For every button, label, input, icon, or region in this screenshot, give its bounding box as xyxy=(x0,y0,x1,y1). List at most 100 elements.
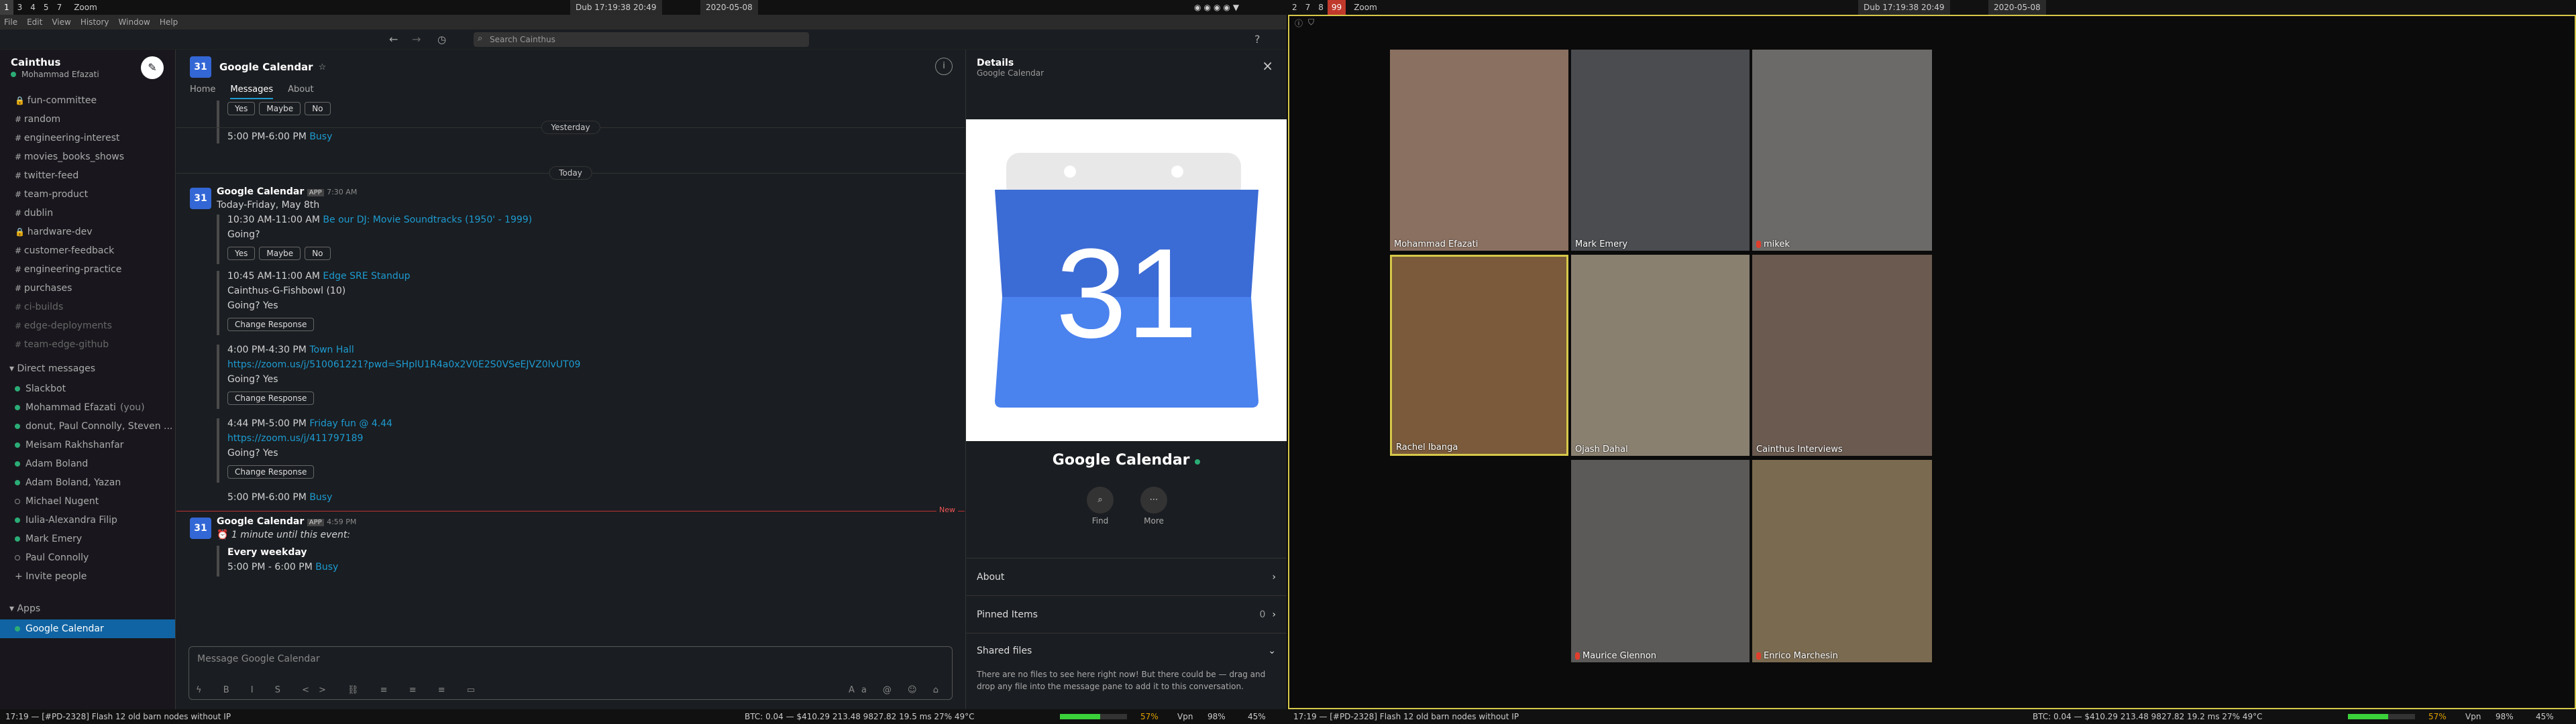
sidebar-item-purchases[interactable]: # purchases xyxy=(0,279,175,298)
help-icon[interactable]: ? xyxy=(1254,33,1260,46)
video-tile-6[interactable]: Cainthus Interviews xyxy=(1752,255,1932,456)
hash-icon: # xyxy=(15,152,24,162)
event-link-friday-fun[interactable]: Friday fun @ 4.44 xyxy=(309,418,392,429)
sidebar-item-engineering-interest[interactable]: # engineering-interest xyxy=(0,129,175,147)
sidebar-item-engineering-practice[interactable]: # engineering-practice xyxy=(0,260,175,279)
message-input[interactable]: Message Google Calendar xyxy=(189,647,952,671)
sidebar-item-google-calendar[interactable]: Google Calendar xyxy=(0,619,175,638)
shared-files-section[interactable]: Shared files ⌄ There are no files to see … xyxy=(966,633,1287,709)
info-icon[interactable]: ⓘ xyxy=(1295,17,1303,29)
yes-button[interactable]: Yes xyxy=(227,102,256,115)
video-tile-4-active-speaker[interactable]: Rachel Ibanga xyxy=(1390,255,1568,456)
date-divider-today[interactable]: Today xyxy=(549,166,592,180)
video-tile-3[interactable]: mikek xyxy=(1752,50,1932,251)
zoom-link-friday[interactable]: https://zoom.us/j/411797189 xyxy=(227,433,363,444)
sidebar-dm-item[interactable]: Adam Boland, Yazan xyxy=(0,473,175,492)
menu-file[interactable]: File xyxy=(4,17,17,27)
star-icon[interactable]: ☆ xyxy=(319,62,327,72)
change-response-button[interactable]: Change Response xyxy=(227,465,315,479)
info-icon[interactable]: i xyxy=(935,58,953,75)
sidebar-dm-item[interactable]: Mark Emery xyxy=(0,530,175,548)
search-input[interactable]: Search Cainthus xyxy=(474,32,809,47)
sidebar-dm-item[interactable]: Adam Boland xyxy=(0,455,175,473)
no-button[interactable]: No xyxy=(305,247,331,260)
channel-title[interactable]: Google Calendar xyxy=(219,61,313,73)
sender-avatar[interactable]: 31 xyxy=(190,188,211,209)
sidebar-dm-item[interactable]: Mohammad Efazati (you) xyxy=(0,398,175,417)
sidebar-item-random[interactable]: # random xyxy=(0,110,175,129)
sidebar-dm-item[interactable]: Paul Connolly xyxy=(0,548,175,567)
stats-left: BTC: 0.04 — $410.29 213.48 9827.82 19.5 … xyxy=(745,712,975,721)
menu-view[interactable]: View xyxy=(52,17,70,27)
workspace-4[interactable]: 4 xyxy=(26,0,40,15)
video-tile-2[interactable]: Mark Emery xyxy=(1571,50,1750,251)
change-response-button[interactable]: Change Response xyxy=(227,391,315,405)
workspace-3[interactable]: 3 xyxy=(13,0,27,15)
sender-avatar[interactable]: 31 xyxy=(190,518,211,539)
back-arrow-icon[interactable]: ← xyxy=(389,33,398,46)
menu-history[interactable]: History xyxy=(80,17,109,27)
sidebar-dm-item[interactable]: Meisam Rakhshanfar xyxy=(0,436,175,455)
sidebar-item-team-edge-github[interactable]: # team-edge-github xyxy=(0,335,175,354)
pinned-section[interactable]: Pinned Items 0 › xyxy=(966,595,1287,633)
date-divider-yesterday[interactable]: Yesterday xyxy=(541,121,600,134)
sidebar-item-customer-feedback[interactable]: # customer-feedback xyxy=(0,241,175,260)
hash-icon: # xyxy=(15,190,24,199)
video-tile-5[interactable]: Ojash Dahal xyxy=(1571,255,1750,456)
menu-edit[interactable]: Edit xyxy=(27,17,42,27)
event-link-standup[interactable]: Edge SRE Standup xyxy=(323,271,410,282)
maybe-button[interactable]: Maybe xyxy=(259,102,301,115)
sidebar-dm-item[interactable]: Slackbot xyxy=(0,379,175,398)
event-link-dj[interactable]: Be our DJ: Movie Soundtracks (1950' - 19… xyxy=(323,215,532,225)
workspace-2[interactable]: 2 xyxy=(1288,0,1301,15)
video-tile-1[interactable]: Mohammad Efazati xyxy=(1390,50,1568,251)
workspace-8[interactable]: 8 xyxy=(1314,0,1328,15)
apps-section-header[interactable]: ▾ Apps xyxy=(0,598,175,619)
maybe-button[interactable]: Maybe xyxy=(259,247,301,260)
tab-about[interactable]: About xyxy=(288,84,313,99)
video-tile-8[interactable]: Enrico Marchesin xyxy=(1752,460,1932,662)
shield-icon[interactable]: ⛉ xyxy=(1308,17,1314,27)
about-section[interactable]: About › xyxy=(966,558,1287,595)
sender-name[interactable]: Google Calendar xyxy=(217,186,304,197)
no-button[interactable]: No xyxy=(305,102,331,115)
history-icon[interactable]: ◷ xyxy=(437,34,446,46)
workspace-7b[interactable]: 7 xyxy=(1301,0,1315,15)
workspace-1[interactable]: 1 xyxy=(0,0,13,15)
vpn-right: Vpn xyxy=(2465,712,2481,721)
sidebar-item-fun-committee[interactable]: 🔒 fun-committee xyxy=(0,91,175,110)
sidebar-item-team-product[interactable]: # team-product xyxy=(0,185,175,204)
invite-people[interactable]: + Invite people xyxy=(0,567,175,586)
sidebar-item-dublin[interactable]: # dublin xyxy=(0,204,175,223)
formatting-toolbar[interactable]: ϟ B I S <> ⛓ ≡ ≡ ≡ ▭ xyxy=(196,685,484,695)
sidebar-item-ci-builds[interactable]: # ci-builds xyxy=(0,298,175,316)
sidebar-item-edge-deployments[interactable]: # edge-deployments xyxy=(0,316,175,335)
chevron-right-icon: › xyxy=(1272,609,1276,620)
compose-icon[interactable]: ✎ xyxy=(141,56,164,79)
message-composer[interactable]: Message Google Calendar ϟ B I S <> ⛓ ≡ ≡… xyxy=(189,646,953,700)
sidebar-item-movies_books_shows[interactable]: # movies_books_shows xyxy=(0,147,175,166)
video-tile-7[interactable]: Maurice Glennon xyxy=(1571,460,1750,662)
workspace-99[interactable]: 99 xyxy=(1327,0,1346,15)
forward-arrow-icon[interactable]: → xyxy=(412,33,421,46)
workspace-5[interactable]: 5 xyxy=(40,0,53,15)
find-button[interactable]: ⌕ Find xyxy=(1087,487,1114,526)
tab-home[interactable]: Home xyxy=(190,84,215,99)
event-link-townhall[interactable]: Town Hall xyxy=(309,345,354,355)
sidebar-dm-item[interactable]: donut, Paul Connolly, Steven ... xyxy=(0,417,175,436)
more-button[interactable]: ⋯ More xyxy=(1140,487,1167,526)
sidebar-item-twitter-feed[interactable]: # twitter-feed xyxy=(0,166,175,185)
close-icon[interactable]: × xyxy=(1262,58,1273,74)
workspace-7[interactable]: 7 xyxy=(53,0,66,15)
yes-button[interactable]: Yes xyxy=(227,247,256,260)
change-response-button[interactable]: Change Response xyxy=(227,318,315,331)
sidebar-dm-item[interactable]: Michael Nugent xyxy=(0,492,175,511)
dm-section-header[interactable]: ▾ Direct messages xyxy=(0,358,175,379)
sidebar-item-hardware-dev[interactable]: 🔒 hardware-dev xyxy=(0,223,175,241)
composer-actions[interactable]: Aa @ ☺ ⌂ xyxy=(849,685,945,695)
menu-help[interactable]: Help xyxy=(160,17,178,27)
zoom-link-townhall[interactable]: https://zoom.us/j/510061221?pwd=SHplU1R4… xyxy=(227,359,580,370)
sidebar-dm-item[interactable]: Iulia-Alexandra Filip xyxy=(0,511,175,530)
tab-messages[interactable]: Messages xyxy=(230,84,274,99)
menu-window[interactable]: Window xyxy=(119,17,150,27)
